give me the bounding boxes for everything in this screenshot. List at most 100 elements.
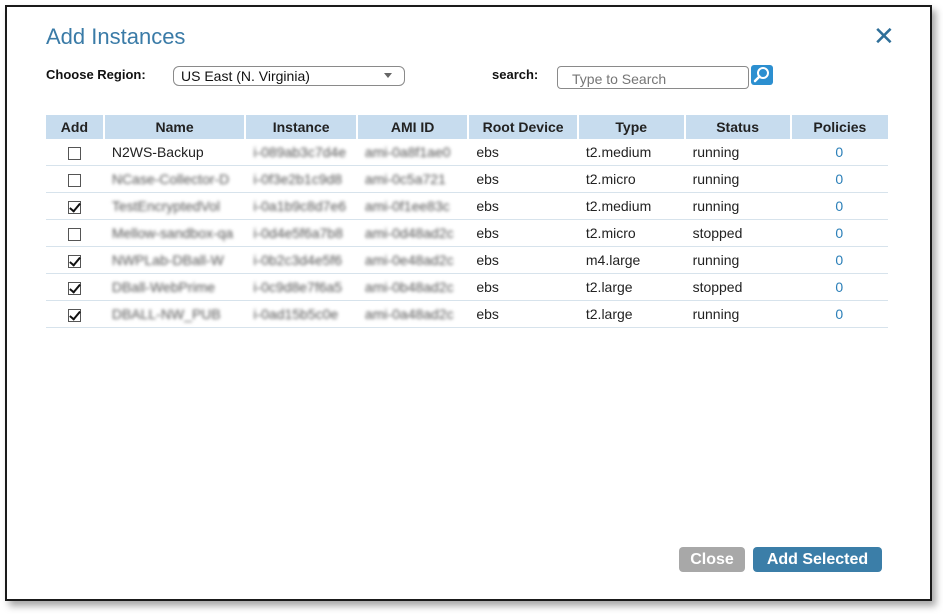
status-cell: running (684, 192, 791, 220)
instance-id: i-089ab3c7d4e (253, 144, 346, 160)
name-cell: NCase-Collector-D (103, 165, 246, 193)
policies-link[interactable]: 0 (790, 165, 888, 193)
close-button[interactable]: Close (679, 547, 745, 572)
region-select[interactable]: US East (N. Virginia) (173, 66, 405, 86)
add-checkbox[interactable] (68, 254, 82, 268)
add-cell (46, 165, 104, 193)
root-device-cell: ebs (468, 219, 578, 247)
policies-link[interactable]: 0 (790, 300, 888, 328)
name-cell: DBALL-NW_PUB (103, 300, 246, 328)
add-selected-button[interactable]: Add Selected (753, 547, 882, 572)
ami-cell: ami-0a8f1ae0 (356, 139, 469, 166)
name-cell: TestEncryptedVol (103, 192, 246, 220)
instance-cell: i-0c9d8e7f6a5 (245, 273, 357, 301)
policies-link[interactable]: 0 (790, 246, 888, 274)
search-icon[interactable] (751, 65, 773, 85)
table-row: TestEncryptedVol i-0a1b9c8d7e6 ami-0f1ee83… (46, 192, 888, 220)
table-row: DBALL-NW_PUB i-0ad15b5c0e ami-0a48ad2c ebs t… (46, 300, 888, 328)
checkmark-icon (69, 254, 82, 267)
root-device-cell: ebs (468, 273, 578, 301)
checkmark-icon (69, 281, 82, 294)
table-row: NWPLab-DBall-W i-0b2c3d4e5f6 ami-0e48ad2c e… (46, 246, 888, 274)
add-instances-dialog: Add Instances ✕ Choose Region: US East (… (5, 5, 932, 601)
column-header-root-device: Root Device (468, 115, 579, 139)
ami-cell: ami-0a48ad2c (356, 300, 469, 328)
instance-name: NWPLab-DBall-W (111, 252, 224, 268)
policies-link[interactable]: 0 (790, 139, 888, 166)
instance-name: TestEncryptedVol (111, 198, 220, 214)
instance-id: i-0c9d8e7f6a5 (253, 279, 343, 295)
instance-name: N2WS-Backup (111, 144, 204, 160)
checkmark-icon (69, 308, 82, 321)
column-header-add: Add (46, 115, 105, 139)
status-cell: running (684, 165, 791, 193)
instance-name: NCase-Collector-D (111, 171, 230, 187)
root-device-cell: ebs (468, 246, 578, 274)
ami-cell: ami-0f1ee83c (356, 192, 469, 220)
region-selected-value: US East (N. Virginia) (181, 68, 310, 84)
ami-id: ami-0a48ad2c (364, 306, 454, 322)
table-row: Mellow-sandbox-qa i-0d4e5f6a7b8 ami-0d48ad… (46, 219, 888, 247)
type-cell: t2.large (577, 300, 685, 328)
instance-cell: i-089ab3c7d4e (245, 139, 357, 166)
root-device-cell: ebs (468, 165, 578, 193)
ami-id: ami-0d48ad2c (364, 225, 454, 241)
column-header-instance: Instance (245, 115, 358, 139)
ami-cell: ami-0b48ad2c (356, 273, 469, 301)
add-cell (46, 246, 104, 274)
status-cell: running (684, 300, 791, 328)
add-checkbox[interactable] (68, 200, 82, 214)
add-checkbox[interactable] (68, 281, 82, 295)
name-cell: DBall-WebPrime (103, 273, 246, 301)
type-cell: t2.large (577, 273, 685, 301)
add-checkbox[interactable] (68, 173, 82, 187)
policies-link[interactable]: 0 (790, 273, 888, 301)
policies-link[interactable]: 0 (790, 192, 888, 220)
status-cell: running (684, 139, 791, 166)
column-header-policies: Policies (790, 115, 888, 139)
table-row: N2WS-Backup i-089ab3c7d4e ami-0a8f1ae0 ebs t… (46, 139, 888, 166)
name-cell: Mellow-sandbox-qa (103, 219, 246, 247)
ami-cell: ami-0c5a721 (356, 165, 469, 193)
ami-id: ami-0f1ee83c (364, 198, 450, 214)
add-cell (46, 273, 104, 301)
add-cell (46, 192, 104, 220)
search-input[interactable] (557, 66, 749, 89)
add-checkbox[interactable] (68, 146, 82, 160)
ami-cell: ami-0e48ad2c (356, 246, 469, 274)
chevron-down-icon (384, 73, 392, 78)
instance-name: Mellow-sandbox-qa (111, 225, 234, 241)
table-header-row: Add Name Instance AMI ID Root Device Typ… (46, 115, 888, 139)
instance-id: i-0d4e5f6a7b8 (253, 225, 343, 241)
type-cell: t2.micro (577, 165, 685, 193)
add-checkbox[interactable] (68, 227, 82, 241)
close-x-icon[interactable]: ✕ (873, 23, 895, 49)
add-cell (46, 139, 104, 166)
instance-name: DBall-WebPrime (111, 279, 216, 295)
instance-id: i-0ad15b5c0e (253, 306, 339, 322)
type-cell: t2.micro (577, 219, 685, 247)
ami-id: ami-0b48ad2c (364, 279, 454, 295)
add-checkbox[interactable] (68, 308, 82, 322)
table-row: NCase-Collector-D i-0f3e2b1c9d8 ami-0c5a72… (46, 165, 888, 193)
policies-link[interactable]: 0 (790, 219, 888, 247)
type-cell: m4.large (577, 246, 685, 274)
status-cell: running (684, 246, 791, 274)
type-cell: t2.medium (577, 139, 685, 166)
instance-cell: i-0a1b9c8d7e6 (245, 192, 357, 220)
column-header-type: Type (577, 115, 686, 139)
instance-cell: i-0ad15b5c0e (245, 300, 357, 328)
instance-name: DBALL-NW_PUB (111, 306, 221, 322)
instances-table: Add Name Instance AMI ID Root Device Typ… (46, 115, 888, 328)
add-cell (46, 300, 104, 328)
dialog-title: Add Instances (46, 24, 186, 49)
search-label: search: (492, 67, 539, 82)
root-device-cell: ebs (468, 300, 578, 328)
table-row: DBall-WebPrime i-0c9d8e7f6a5 ami-0b48ad2c e… (46, 273, 888, 301)
instance-id: i-0a1b9c8d7e6 (253, 198, 346, 214)
column-header-ami-id: AMI ID (356, 115, 470, 139)
status-cell: stopped (684, 273, 791, 301)
root-device-cell: ebs (468, 139, 578, 166)
ami-cell: ami-0d48ad2c (356, 219, 469, 247)
type-cell: t2.medium (577, 192, 685, 220)
